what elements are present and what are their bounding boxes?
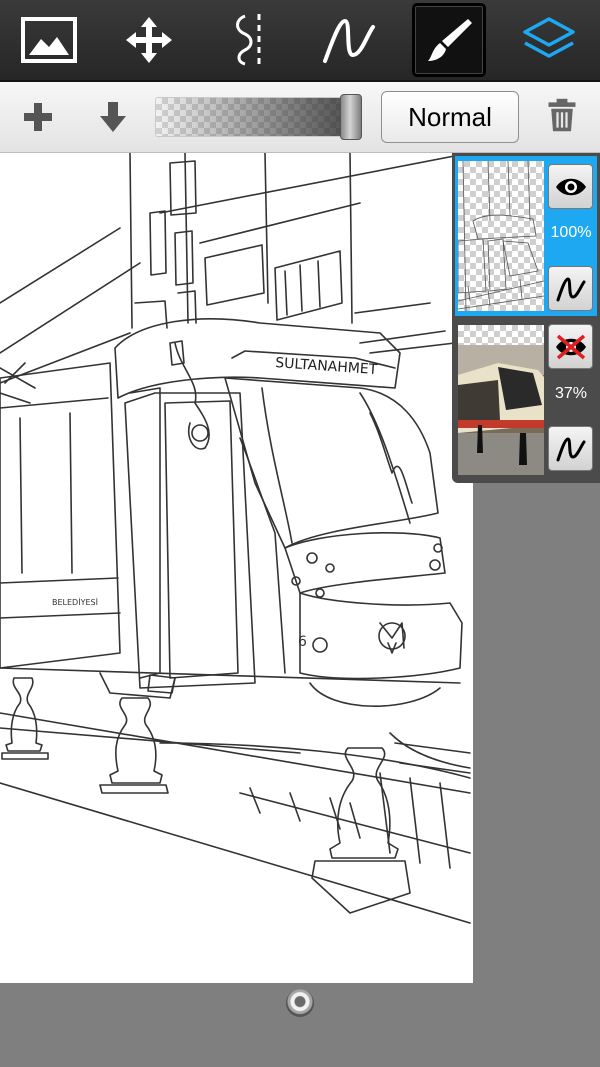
plus-icon[interactable]	[20, 99, 56, 135]
layer-blend-button[interactable]	[548, 426, 593, 471]
canvas-scroll-handle[interactable]	[286, 989, 314, 1017]
layer-row-1[interactable]: 100%	[455, 156, 597, 316]
layer-visibility-button[interactable]	[548, 164, 593, 209]
symmetry-icon	[236, 14, 261, 66]
layer-thumbnail[interactable]	[458, 325, 544, 475]
stroke-icon	[556, 436, 585, 461]
arrow-down-icon[interactable]	[95, 99, 131, 135]
layer-blend-button[interactable]	[548, 266, 593, 311]
image-icon	[21, 17, 77, 63]
layer-opacity-label: 37%	[554, 385, 588, 402]
layer-thumbnail[interactable]	[458, 161, 544, 311]
layers-panel: 100% 37%	[452, 153, 600, 483]
stroke-tool-button[interactable]	[312, 3, 386, 77]
trash-icon[interactable]	[544, 97, 580, 133]
move-icon	[126, 17, 172, 63]
drawing-canvas[interactable]: 6 SULTANAHMET BELEDİYESİ	[0, 153, 473, 983]
layer-opacity-slider[interactable]	[155, 97, 362, 137]
layers-tool-button[interactable]	[512, 3, 586, 77]
main-toolbar	[0, 0, 600, 82]
layer-opacity-label: 100%	[550, 224, 592, 241]
brush-tool-button[interactable]	[412, 3, 486, 77]
move-tool-button[interactable]	[112, 3, 186, 77]
eye-hidden-icon	[555, 334, 586, 359]
tram-sign-text: SULTANAHMET	[275, 355, 378, 378]
tram-side-text: BELEDİYESİ	[52, 597, 98, 607]
layer-row-2[interactable]: 37%	[455, 320, 597, 480]
stroke-icon	[323, 18, 375, 63]
symmetry-tool-button[interactable]	[212, 3, 286, 77]
tram-sketch: 6 SULTANAHMET BELEDİYESİ	[0, 153, 471, 924]
layer-visibility-button[interactable]	[548, 324, 593, 369]
stroke-icon	[556, 276, 585, 301]
layers-icon	[523, 17, 575, 58]
opacity-slider-thumb[interactable]	[340, 94, 362, 140]
svg-text:6: 6	[298, 634, 307, 650]
blend-mode-button[interactable]: Normal	[381, 91, 519, 143]
brush-icon	[428, 19, 472, 61]
eye-icon	[555, 178, 586, 195]
image-tool-button[interactable]	[12, 3, 86, 77]
